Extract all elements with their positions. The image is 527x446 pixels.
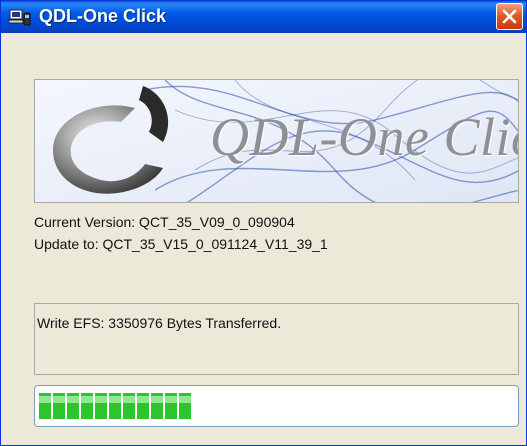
update-to-label: Update to: QCT_35_V15_0_091124_V11_39_1: [34, 236, 328, 252]
banner-logo-text: QDL-One Click: [210, 107, 518, 167]
current-version-label: Current Version: QCT_35_V09_0_090904: [34, 214, 295, 230]
progress-block-highlight: [109, 396, 121, 403]
progress-block-highlight: [95, 396, 107, 403]
computer-phone-icon: [9, 9, 31, 26]
progress-block-highlight: [179, 396, 191, 403]
logo-banner: QDL-One Click: [34, 79, 519, 203]
close-x-icon: [502, 9, 517, 24]
title-bar[interactable]: QDL-One Click: [1, 1, 526, 33]
progress-bar: [34, 385, 519, 427]
progress-block-highlight: [39, 396, 51, 403]
progress-block-highlight: [67, 396, 79, 403]
progress-block-highlight: [151, 396, 163, 403]
progress-fill: [39, 393, 191, 419]
progress-block-highlight: [53, 396, 65, 403]
progress-block-highlight: [123, 396, 135, 403]
close-button[interactable]: [496, 3, 523, 30]
status-message: Write EFS: 3350976 Bytes Transferred.: [37, 315, 282, 331]
progress-block-highlight: [137, 396, 149, 403]
app-window: QDL-One Click QDL-One Cli Current Versio…: [0, 0, 527, 446]
window-title: QDL-One Click: [39, 6, 167, 26]
progress-block-highlight: [165, 396, 177, 403]
status-box: Write EFS: 3350976 Bytes Transferred.: [34, 303, 519, 375]
progress-block-highlight: [81, 396, 93, 403]
